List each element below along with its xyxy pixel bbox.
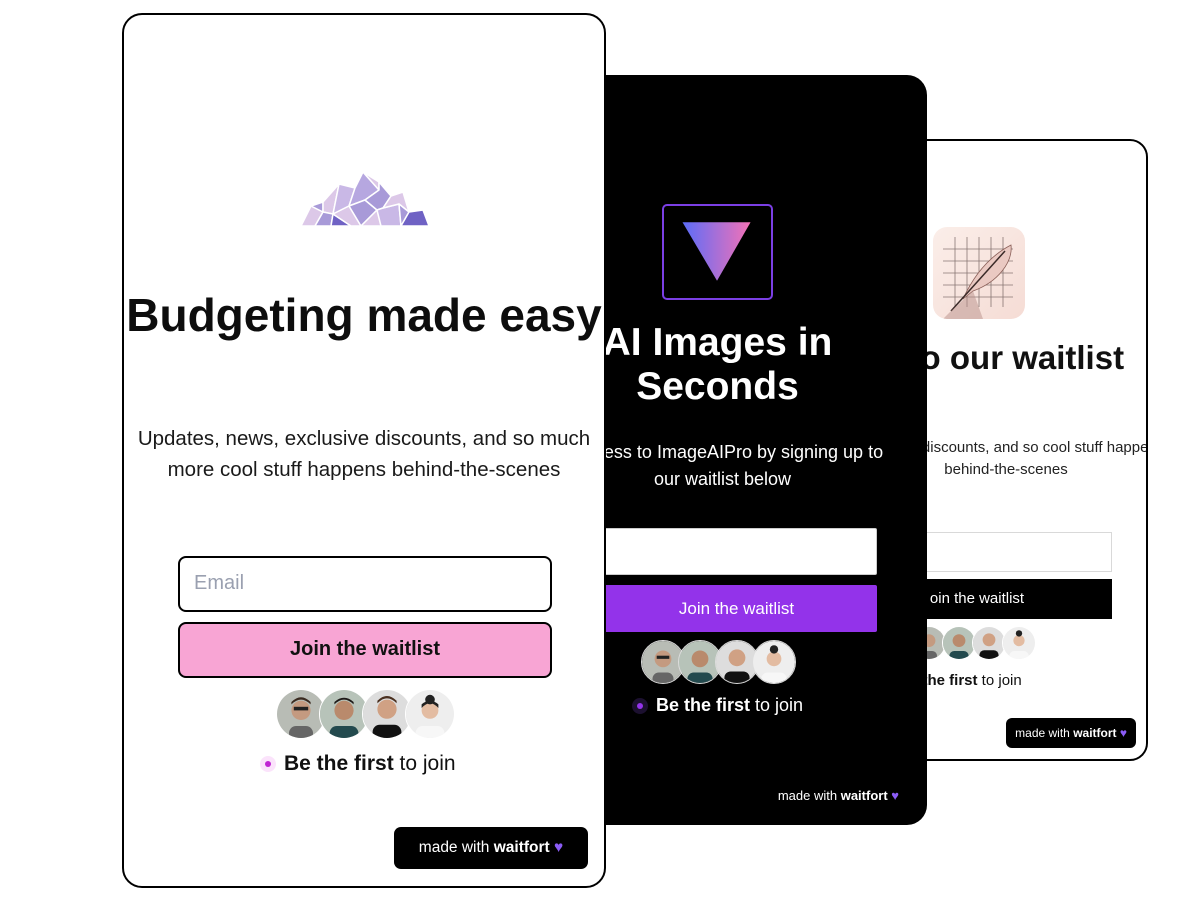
avatar [405,689,455,739]
card-title: Budgeting made easy [126,289,602,341]
mountain-polygon-logo-icon [299,170,431,230]
badge-prefix: made with [1015,726,1074,740]
card-description: Updates, news, exclusive discounts, and … [137,427,591,481]
badge-brand: waitfort [840,788,888,803]
status-dot-icon [260,756,276,772]
join-waitlist-button[interactable]: Join the waitlist [178,622,552,678]
social-proof-text: Be the first to join [260,752,456,776]
heart-icon: ♥ [891,788,899,803]
social-proof-bold: Be the first [656,695,751,715]
status-dot-icon [632,697,648,714]
made-with-waitfort-badge[interactable]: made with waitfort ♥ [394,827,588,869]
avatar [752,640,796,684]
badge-brand: waitfort [493,839,550,856]
social-proof-text: Be the first to join [632,695,803,716]
join-waitlist-label: Join the waitlist [289,638,441,660]
badge-prefix: made with [418,839,494,856]
badge-prefix: made with [777,788,841,803]
social-proof-rest: to join [977,672,1022,689]
avatar [942,626,976,660]
heart-icon: ♥ [1119,726,1127,740]
badge-brand: waitfort [1073,726,1117,740]
avatar [1002,626,1036,660]
avatar-group [641,640,796,684]
social-proof-rest: to join [393,752,456,775]
join-waitlist-label: Join the waitlist [678,599,795,618]
social-proof-bold: Be the first [284,752,394,775]
avatar-group [912,626,1036,660]
heart-icon: ♥ [554,839,564,856]
waitlist-card-budgeting: Budgeting made easy Updates, news, exclu… [122,13,606,888]
join-waitlist-label: oin the waitlist [929,590,1025,607]
made-with-waitfort-badge[interactable]: made with waitfort ♥ [778,788,899,803]
avatar-group [276,689,455,739]
gradient-triangle-logo-icon [662,204,773,300]
email-input[interactable]: Email [178,556,552,612]
avatar [972,626,1006,660]
made-with-waitfort-badge[interactable]: made with waitfort ♥ [1006,718,1136,748]
email-input[interactable]: il [560,528,877,575]
join-waitlist-button[interactable]: Join the waitlist [560,585,877,632]
social-proof-rest: to join [750,695,804,715]
feather-grid-logo-icon [933,227,1025,319]
